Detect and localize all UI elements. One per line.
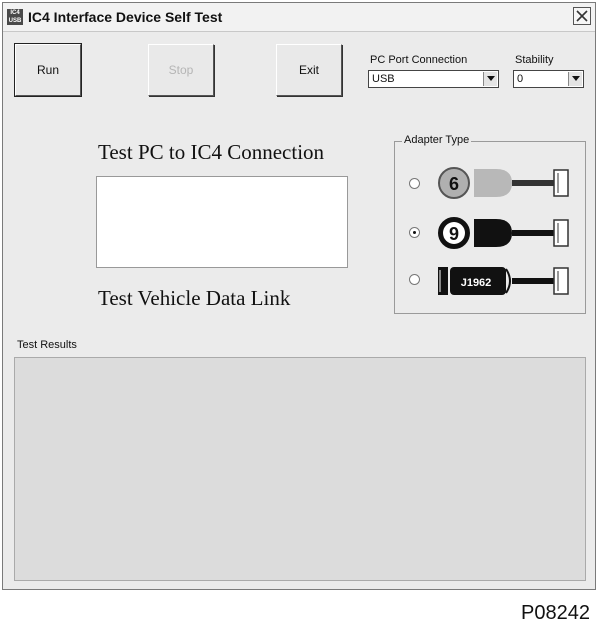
j1962-connector-icon: J1962 — [438, 267, 569, 295]
chevron-down-icon — [572, 76, 580, 81]
six-pin-connector-icon: 6 — [438, 167, 569, 199]
port-dropdown-arrow[interactable] — [483, 72, 497, 86]
test-pc-connection-label: Test PC to IC4 Connection — [98, 140, 325, 164]
adapter-radio-j1962[interactable] — [409, 274, 420, 285]
test-vehicle-data-link-label: Test Vehicle Data Link — [98, 286, 291, 310]
close-icon — [576, 10, 588, 22]
port-connection-value: USB — [372, 73, 395, 85]
stability-label: Stability — [515, 54, 554, 66]
window-title: IC4 Interface Device Self Test — [28, 9, 223, 25]
six-pin-label: 6 — [449, 174, 459, 194]
chevron-down-icon — [487, 76, 495, 81]
title-bar: IC4 USB IC4 Interface Device Self Test — [3, 3, 595, 32]
stability-dropdown-arrow[interactable] — [568, 72, 582, 86]
adapter-radio-6pin[interactable] — [409, 178, 420, 189]
pc-connection-status-box — [96, 176, 348, 268]
nine-pin-connector-icon: 9 — [438, 217, 569, 249]
port-connection-label: PC Port Connection — [370, 54, 468, 66]
stop-button[interactable]: Stop — [148, 44, 214, 96]
nine-pin-label: 9 — [449, 224, 459, 244]
ic4-app-icon: IC4 USB — [7, 9, 23, 25]
figure-id: P08242 — [521, 602, 590, 624]
stability-select[interactable]: 0 — [513, 70, 584, 88]
j1962-label: J1962 — [461, 277, 492, 289]
exit-button[interactable]: Exit — [276, 44, 342, 96]
adapter-type-title: Adapter Type — [402, 134, 472, 146]
close-button[interactable] — [573, 7, 591, 25]
port-connection-select[interactable]: USB — [368, 70, 499, 88]
test-results-label: Test Results — [17, 339, 77, 351]
stability-value: 0 — [517, 73, 524, 85]
run-button[interactable]: Run — [14, 43, 82, 97]
adapter-radio-9pin[interactable] — [409, 227, 420, 238]
test-results-panel — [14, 357, 586, 581]
